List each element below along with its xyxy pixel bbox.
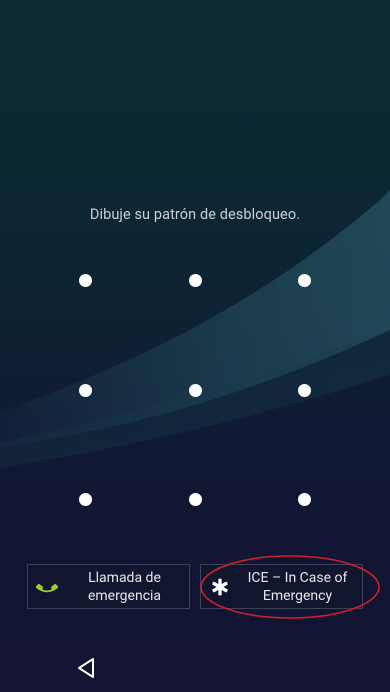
back-icon[interactable] (75, 656, 99, 680)
ice-label: ICE – In Case of Emergency (247, 569, 348, 604)
pattern-dot-4[interactable] (78, 383, 92, 397)
ice-button[interactable]: ICE – In Case of Emergency (200, 564, 363, 609)
asterisk-icon (201, 577, 239, 597)
pattern-dot-9[interactable] (297, 492, 311, 506)
pattern-dot-6[interactable] (297, 383, 311, 397)
pattern-dot-7[interactable] (78, 492, 92, 506)
pattern-dot-2[interactable] (188, 273, 202, 287)
phone-icon (28, 576, 66, 598)
emergency-call-label: Llamada de emergencia (87, 569, 162, 604)
pattern-dot-1[interactable] (78, 273, 92, 287)
unlock-prompt: Dibuje su patrón de desbloqueo. (89, 206, 301, 223)
pattern-dot-5[interactable] (188, 383, 202, 397)
pattern-dot-3[interactable] (297, 273, 311, 287)
emergency-call-button[interactable]: Llamada de emergencia (27, 564, 190, 609)
wallpaper-wave (0, 189, 390, 469)
lock-screen: Dibuje su patrón de desbloqueo. Llamada … (0, 0, 390, 692)
pattern-dot-8[interactable] (188, 492, 202, 506)
